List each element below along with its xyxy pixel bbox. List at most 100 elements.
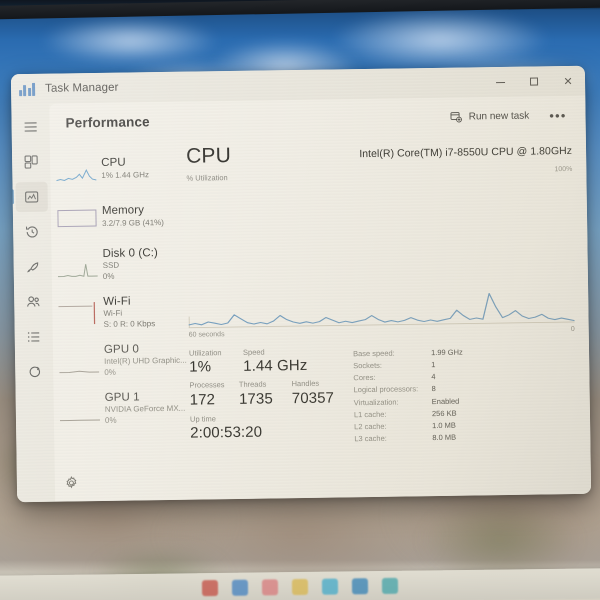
sidebar-item-app-history[interactable] xyxy=(16,217,48,247)
gpu1-sparkline-graph xyxy=(59,419,101,422)
cpu-specs: Base speed: 1.99 GHz Sockets: 1 Cores: 4 xyxy=(349,343,576,445)
performance-icon xyxy=(25,191,39,203)
gpu1-sparkline xyxy=(59,396,101,423)
resource-name: GPU 0 xyxy=(103,343,140,356)
memory-sparkline xyxy=(57,204,97,231)
disk-sparkline xyxy=(57,252,98,279)
page-title: Performance xyxy=(65,113,150,130)
spec-value: 256 KB xyxy=(431,408,457,418)
close-button[interactable]: ✕ xyxy=(551,66,585,97)
history-clock-icon xyxy=(25,226,38,238)
hamburger-menu-icon xyxy=(24,122,37,132)
resource-sub2: 0% xyxy=(104,415,117,425)
rail-spacer xyxy=(35,392,37,502)
spec-value: 8.0 MB xyxy=(432,432,457,443)
cpu-detail-header: CPU % Utilization Intel(R) Core(TM) i7-8… xyxy=(186,140,573,183)
spec-label: L3 cache: xyxy=(354,433,387,444)
stat-label: Processes xyxy=(189,380,225,391)
cpu-graph-svg xyxy=(188,292,575,329)
run-new-task-button[interactable]: Run new task xyxy=(443,105,537,127)
spec-value: 4 xyxy=(431,372,436,382)
stat-value: 172 xyxy=(189,390,216,409)
cpu-axis-label: % Utilization xyxy=(186,173,228,183)
stat-speed: Speed 1.44 GHz xyxy=(243,347,315,375)
resource-sub1: 3.2/7.9 GB (41%) xyxy=(102,217,164,228)
resource-name: Disk 0 (C:) xyxy=(102,246,159,260)
header-actions[interactable]: Run new task ••• xyxy=(443,104,576,127)
sidebar-item-users[interactable] xyxy=(17,287,49,317)
stat-value: 70357 xyxy=(291,389,335,407)
spec-value: 1 xyxy=(431,360,436,370)
resource-list[interactable]: CPU 1% 1.44 GHz Memory 3.2/7.9 GB (41%) … xyxy=(50,140,187,502)
resource-sub2: 0% xyxy=(104,367,116,377)
more-options-button[interactable]: ••• xyxy=(540,104,576,126)
wifi-sparkline xyxy=(58,300,98,327)
wifi-sparkline-graph xyxy=(58,302,96,325)
navigation-rail[interactable] xyxy=(11,103,56,503)
resource-item-disk-0[interactable]: Disk 0 (C:) SSD 0% xyxy=(53,240,182,290)
gpu0-sparkline xyxy=(59,348,100,375)
services-gear-icon xyxy=(29,366,41,378)
details-list-icon xyxy=(27,332,40,342)
sidebar-item-startup-apps[interactable] xyxy=(16,252,48,282)
spec-value: 1.99 GHz xyxy=(430,347,463,358)
graph-left-label: 60 seconds xyxy=(188,331,225,339)
cpu-utilization-graph: 60 seconds 0 xyxy=(187,183,575,339)
spec-label: Base speed: xyxy=(352,348,395,359)
resource-item-gpu-1[interactable]: GPU 1 NVIDIA GeForce MX... 0% xyxy=(55,384,186,434)
taskbar-icon-app-icon-7[interactable] xyxy=(381,577,399,594)
stat-label: Utilization xyxy=(188,348,222,358)
graph-scale-max: 100% xyxy=(554,165,573,174)
settings-button[interactable] xyxy=(64,475,80,491)
rocket-icon xyxy=(27,262,39,273)
resource-item-wifi[interactable]: Wi-Fi Wi-Fi S: 0 R: 0 Kbps xyxy=(54,288,183,338)
taskbar-icon-app-icon-3[interactable] xyxy=(261,579,279,596)
taskbar-icon-app-icon-5[interactable] xyxy=(321,578,339,595)
gpu0-sparkline-graph xyxy=(59,370,100,374)
resource-name: Memory xyxy=(101,204,145,217)
taskbar-icon-app-icon-4[interactable] xyxy=(291,578,309,596)
cpu-sparkline xyxy=(56,156,97,183)
resource-name: GPU 1 xyxy=(104,391,140,404)
performance-pane: Performance Run new task ••• CPU 1% 1.44… xyxy=(49,95,592,502)
task-manager-window[interactable]: Task Manager ✕ Performance Run new task … xyxy=(10,65,592,503)
maximize-button[interactable] xyxy=(517,66,551,97)
window-title: Task Manager xyxy=(44,81,119,95)
cpu-heading: CPU xyxy=(185,144,232,168)
resource-sub1: 1% 1.44 GHz xyxy=(101,169,150,180)
sidebar-item-processes[interactable] xyxy=(15,147,47,177)
resource-item-cpu[interactable]: CPU 1% 1.44 GHz xyxy=(52,144,181,194)
run-new-task-label: Run new task xyxy=(468,110,530,122)
resource-sub1: NVIDIA GeForce MX... xyxy=(104,404,186,415)
resource-name: Wi-Fi xyxy=(103,295,131,308)
cpu-stats-left: Utilization 1% Speed 1.44 GHz Processes … xyxy=(189,346,350,447)
spec-value: 8 xyxy=(431,384,436,394)
memory-sparkline-graph xyxy=(57,209,97,228)
resource-item-memory[interactable]: Memory 3.2/7.9 GB (41%) xyxy=(53,192,182,242)
stat-value: 2:00:53:20 xyxy=(190,423,263,442)
hamburger-menu-button[interactable] xyxy=(14,112,46,142)
minimize-button[interactable] xyxy=(483,67,517,98)
resource-sub2: 0% xyxy=(102,271,115,281)
taskbar-icon-app-icon-2[interactable] xyxy=(231,579,249,596)
stats-row-primary: Utilization 1% Speed 1.44 GHz xyxy=(189,346,349,376)
stat-utilization: Utilization 1% xyxy=(189,348,233,376)
stat-value: 1.44 GHz xyxy=(243,357,308,375)
stat-processes: Processes 172 xyxy=(189,380,229,409)
taskbar-icon-app-icon-6[interactable] xyxy=(351,578,369,595)
pane-main: CPU 1% 1.44 GHz Memory 3.2/7.9 GB (41%) … xyxy=(50,134,591,502)
users-icon xyxy=(27,296,40,307)
graph-right-label: 0 xyxy=(570,325,575,334)
resource-item-gpu-0[interactable]: GPU 0 Intel(R) UHD Graphic... 0% xyxy=(55,336,187,386)
settings-gear-icon xyxy=(66,476,77,489)
sidebar-item-details[interactable] xyxy=(18,322,50,352)
spec-value: 1.0 MB xyxy=(432,420,456,430)
taskbar-icon-app-icon-1[interactable] xyxy=(201,580,219,597)
window-body: Performance Run new task ••• CPU 1% 1.44… xyxy=(11,95,592,503)
stat-value: 1% xyxy=(189,358,212,376)
cpu-sparkline-graph xyxy=(56,169,97,182)
sidebar-item-services[interactable] xyxy=(18,357,50,387)
window-controls[interactable]: ✕ xyxy=(483,66,585,98)
spec-label: L1 cache: xyxy=(353,409,387,419)
sidebar-item-performance[interactable] xyxy=(15,181,48,213)
